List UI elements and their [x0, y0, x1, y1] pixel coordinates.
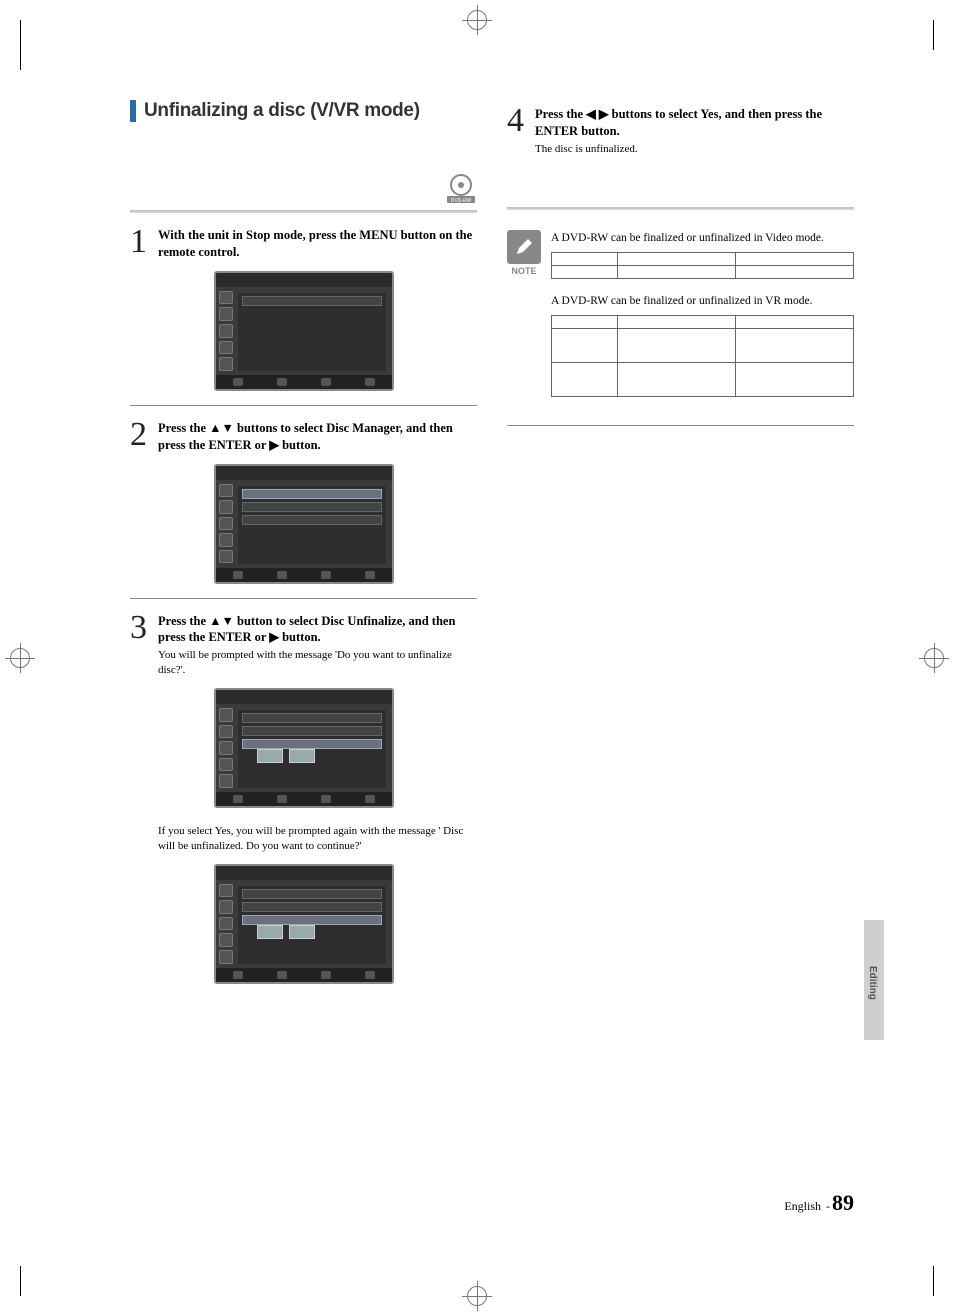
- tv-screenshot-1: [214, 271, 394, 391]
- tv-screenshot-3: [214, 688, 394, 808]
- divider: [130, 210, 477, 213]
- page-footer: English -89: [784, 1190, 854, 1216]
- page-number: 89: [832, 1190, 854, 1215]
- note-block: NOTE A DVD-RW can be finalized or unfina…: [507, 230, 854, 411]
- step-number: 2: [130, 420, 158, 454]
- note-table-2: [551, 315, 854, 397]
- note-label: NOTE: [507, 266, 541, 276]
- page-content: Unfinalizing a disc (V/VR mode) DVD-RW 1…: [130, 100, 854, 1216]
- step-3b: If you select Yes, you will be prompted …: [130, 822, 477, 854]
- step-number: 4: [507, 106, 535, 157]
- dvd-rw-badge-icon: DVD-RW: [445, 172, 477, 204]
- note-line-2: A DVD-RW can be finalized or unfinalized…: [551, 293, 854, 309]
- step-4-subtext: The disc is unfinalized.: [535, 142, 854, 157]
- step-1: 1 With the unit in Stop mode, press the …: [130, 227, 477, 261]
- tv-screenshot-4: [214, 864, 394, 984]
- left-column: Unfinalizing a disc (V/VR mode) DVD-RW 1…: [130, 100, 477, 998]
- step-1-text: With the unit in Stop mode, press the ME…: [158, 228, 472, 259]
- note-table-1: [551, 252, 854, 279]
- step-number: 1: [130, 227, 158, 261]
- chapter-tab-label: Editing: [867, 966, 878, 1000]
- section-heading: Unfinalizing a disc (V/VR mode): [130, 100, 477, 122]
- footer-dash: -: [826, 1199, 830, 1213]
- step-3-subtext: You will be prompted with the message 'D…: [158, 648, 477, 678]
- tv-screenshot-2: [214, 464, 394, 584]
- step-2-text: Press the ▲▼ buttons to select Disc Mana…: [158, 421, 453, 452]
- step-3: 3 Press the ▲▼ button to select Disc Unf…: [130, 613, 477, 678]
- svg-text:DVD-RW: DVD-RW: [451, 198, 472, 204]
- note-pencil-icon: [507, 230, 541, 264]
- step-number: 3: [130, 613, 158, 678]
- chapter-tab: Editing: [864, 920, 884, 1040]
- right-column: 4 Press the ◀ ▶ buttons to select Yes, a…: [507, 100, 854, 998]
- step-4-text: Press the ◀ ▶ buttons to select Yes, and…: [535, 107, 822, 138]
- note-line-1: A DVD-RW can be finalized or unfinalized…: [551, 230, 854, 246]
- step-3-text: Press the ▲▼ button to select Disc Unfin…: [158, 614, 455, 645]
- step-4: 4 Press the ◀ ▶ buttons to select Yes, a…: [507, 106, 854, 157]
- step-3b-subtext: If you select Yes, you will be prompted …: [158, 824, 477, 854]
- step-2: 2 Press the ▲▼ buttons to select Disc Ma…: [130, 420, 477, 454]
- footer-language: English: [784, 1199, 821, 1213]
